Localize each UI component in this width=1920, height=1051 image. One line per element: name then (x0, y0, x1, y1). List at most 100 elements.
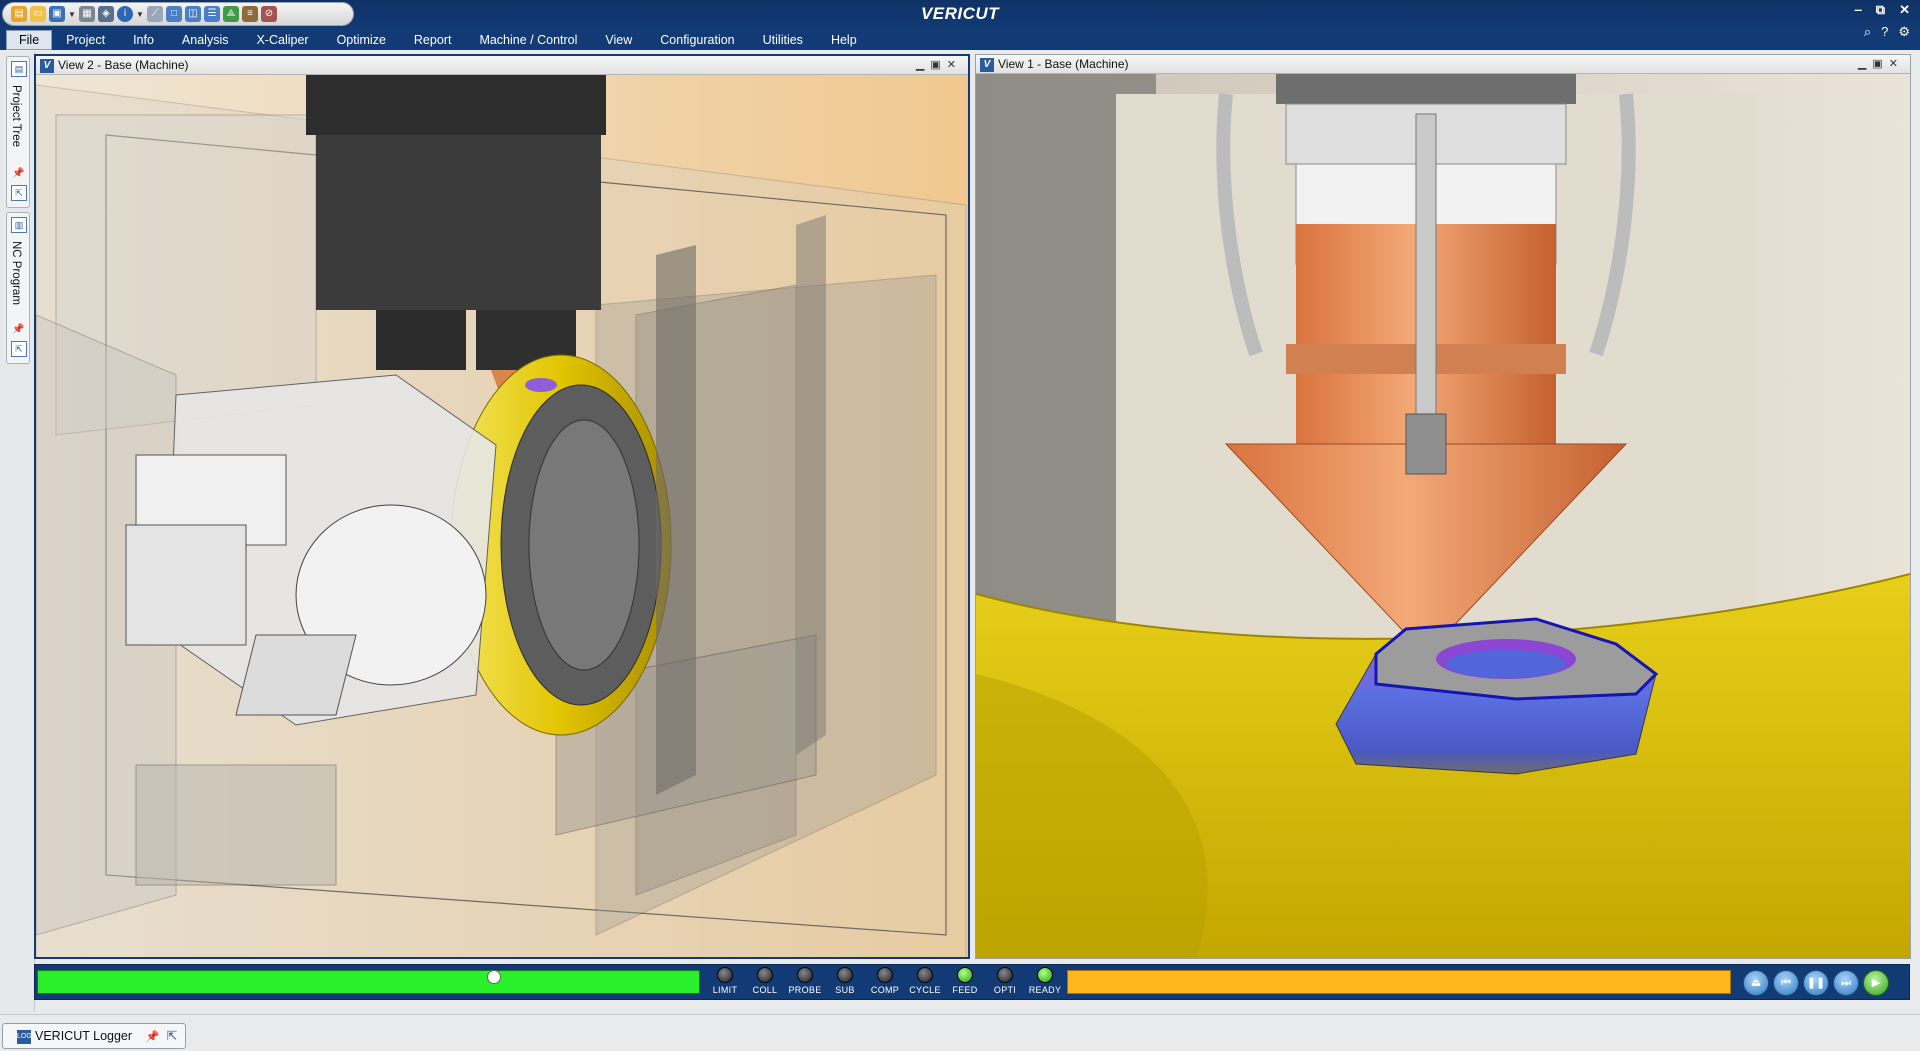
view-header: V View 1 - Base (Machine) ▁▣✕ (976, 55, 1910, 74)
indicator-light-icon (797, 967, 813, 983)
menu-item-machine-control[interactable]: Machine / Control (465, 30, 591, 50)
vericut-logo-icon: V (980, 57, 994, 72)
menu-item-report[interactable]: Report (400, 30, 466, 50)
indicator-label: COLL (752, 985, 778, 995)
maximize-icon[interactable]: ▣ (930, 59, 946, 71)
indicator-light-icon (877, 967, 893, 983)
play-button[interactable]: ▶ (1863, 970, 1889, 996)
view-header: V View 2 - Base (Machine) ▁▣✕ (36, 56, 968, 75)
undock-icon[interactable]: ⇱ (167, 1029, 177, 1043)
indicator-comp: COMP (865, 967, 905, 995)
logger-tab[interactable]: LOG VERICUT Logger 📌 ⇱ (2, 1023, 186, 1049)
search-icon[interactable]: ⌕ (1864, 24, 1871, 40)
close-icon[interactable]: ✕ (947, 59, 962, 71)
vericut-logo-icon: V (40, 58, 54, 73)
undock-icon[interactable]: ⇱ (11, 341, 27, 357)
machine-scene-graphic (36, 75, 968, 957)
indicator-label: CYCLE (909, 985, 941, 995)
indicator-cycle: CYCLE (905, 967, 945, 995)
menu-bar: File Project Info Analysis X-Caliper Optimize… (0, 30, 1920, 50)
sidebar-tab-label: Project Tree (10, 85, 22, 147)
view-panel-1[interactable]: V View 1 - Base (Machine) ▁▣✕ (975, 54, 1911, 959)
restore-icon[interactable]: ⧉ (1876, 2, 1885, 18)
simulation-status-bar: LIMIT COLL PROBE SUB COMP CYCLE FEED OPTI READY … (34, 964, 1910, 1000)
menu-item-file[interactable]: File (6, 30, 53, 50)
step-icon: ⏭ (1841, 977, 1851, 989)
sidebar-tab-nc-program[interactable]: ▥ NC Program 📌 ⇱ (6, 212, 30, 364)
indicator-label: OPTI (993, 985, 1017, 995)
indicator-limit: LIMIT (705, 967, 745, 995)
indicator-ready: READY (1025, 967, 1065, 995)
program-icon: ▥ (11, 217, 27, 233)
indicator-label: READY (1028, 985, 1062, 995)
eject-icon: ⏏ (1750, 977, 1762, 989)
menu-item-analysis[interactable]: Analysis (168, 30, 243, 50)
indicator-sub: SUB (825, 967, 865, 995)
sidebar-tab-label: NC Program (10, 241, 22, 305)
pause-icon: ❚❚ (1806, 977, 1826, 989)
sidebar-tab-project-tree[interactable]: ▤ Project Tree 📌 ⇱ (6, 56, 30, 208)
menu-item-configuration[interactable]: Configuration (646, 30, 748, 50)
indicator-light-icon (957, 967, 973, 983)
left-sidebar: ▤ Project Tree 📌 ⇱ ▥ NC Program 📌 ⇱ (0, 52, 35, 1012)
view-controls: ▁▣✕ (1858, 55, 1904, 73)
menu-item-x-caliper[interactable]: X-Caliper (242, 30, 322, 50)
indicator-feed: FEED (945, 967, 985, 995)
settings-icon[interactable]: ⚙ (1898, 24, 1910, 40)
view-title: View 2 - Base (Machine) (58, 58, 189, 72)
play-icon: ▶ (1871, 977, 1881, 989)
logger-icon: LOG (17, 1029, 32, 1044)
pin-icon[interactable]: 📌 (12, 169, 24, 179)
indicator-coll: COLL (745, 967, 785, 995)
indicator-opti: OPTI (985, 967, 1025, 995)
maximize-icon[interactable]: ▣ (1872, 58, 1888, 70)
menu-item-project[interactable]: Project (52, 30, 119, 50)
title-bar: ▤ ▭ ▣ ▼ ▦ ◈ i ▼ ⟋ □ ◫ ☰ ⟁ ≡ ⊘ VERICUT ‒ … (0, 0, 1920, 30)
menu-item-utilities[interactable]: Utilities (749, 30, 817, 50)
indicator-label: LIMIT (712, 985, 738, 995)
minimize-icon[interactable]: ‒ (1855, 2, 1862, 18)
indicator-light-icon (917, 967, 933, 983)
minimize-icon[interactable]: ▁ (916, 59, 930, 71)
indicator-light-icon (837, 967, 853, 983)
machine-3d-viewport[interactable] (36, 75, 968, 957)
indicator-light-icon (1037, 967, 1053, 983)
indicator-label: PROBE (788, 985, 822, 995)
right-tools: ⌕ ? ⚙ (1864, 24, 1910, 40)
indicator-label: FEED (952, 985, 978, 995)
window-controls: ‒ ⧉ ✕ (1855, 2, 1910, 18)
logger-label: VERICUT Logger (35, 1029, 133, 1043)
help-icon[interactable]: ? (1881, 24, 1888, 40)
simulation-progress-bar[interactable] (37, 970, 700, 994)
view-panel-2[interactable]: V View 2 - Base (Machine) ▁▣✕ (34, 54, 970, 959)
menu-item-info[interactable]: Info (119, 30, 168, 50)
close-icon[interactable]: ✕ (1899, 2, 1910, 18)
indicator-light-icon (717, 967, 733, 983)
minimize-icon[interactable]: ▁ (1858, 58, 1872, 70)
tree-icon: ▤ (11, 61, 27, 77)
eject-button[interactable]: ⏏ (1743, 970, 1769, 996)
indicator-light-icon (997, 967, 1013, 983)
menu-item-view[interactable]: View (591, 30, 646, 50)
indicator-light-icon (757, 967, 773, 983)
tool-progress-bar (1067, 970, 1731, 994)
close-icon[interactable]: ✕ (1889, 58, 1904, 70)
menu-item-optimize[interactable]: Optimize (323, 30, 400, 50)
app-title: VERICUT (920, 4, 1000, 23)
indicator-probe: PROBE (785, 967, 825, 995)
deposition-scene-graphic (976, 74, 1910, 958)
undock-icon[interactable]: ⇱ (11, 185, 27, 201)
menu-item-help[interactable]: Help (817, 30, 871, 50)
footer-bar: LOG VERICUT Logger 📌 ⇱ (0, 1014, 1920, 1051)
closeup-3d-viewport[interactable] (976, 74, 1910, 958)
indicator-label: SUB (835, 985, 855, 995)
indicator-label: COMP (870, 985, 900, 995)
pin-icon[interactable]: 📌 (146, 1031, 160, 1043)
view-title: View 1 - Base (Machine) (998, 57, 1129, 71)
step-button[interactable]: ⏭ (1833, 970, 1859, 996)
rewind-button[interactable]: ⏮ (1773, 970, 1799, 996)
pause-button[interactable]: ❚❚ (1803, 970, 1829, 996)
pin-icon[interactable]: 📌 (12, 325, 24, 335)
progress-slider-handle[interactable] (487, 970, 501, 984)
view-controls: ▁▣✕ (916, 56, 962, 74)
